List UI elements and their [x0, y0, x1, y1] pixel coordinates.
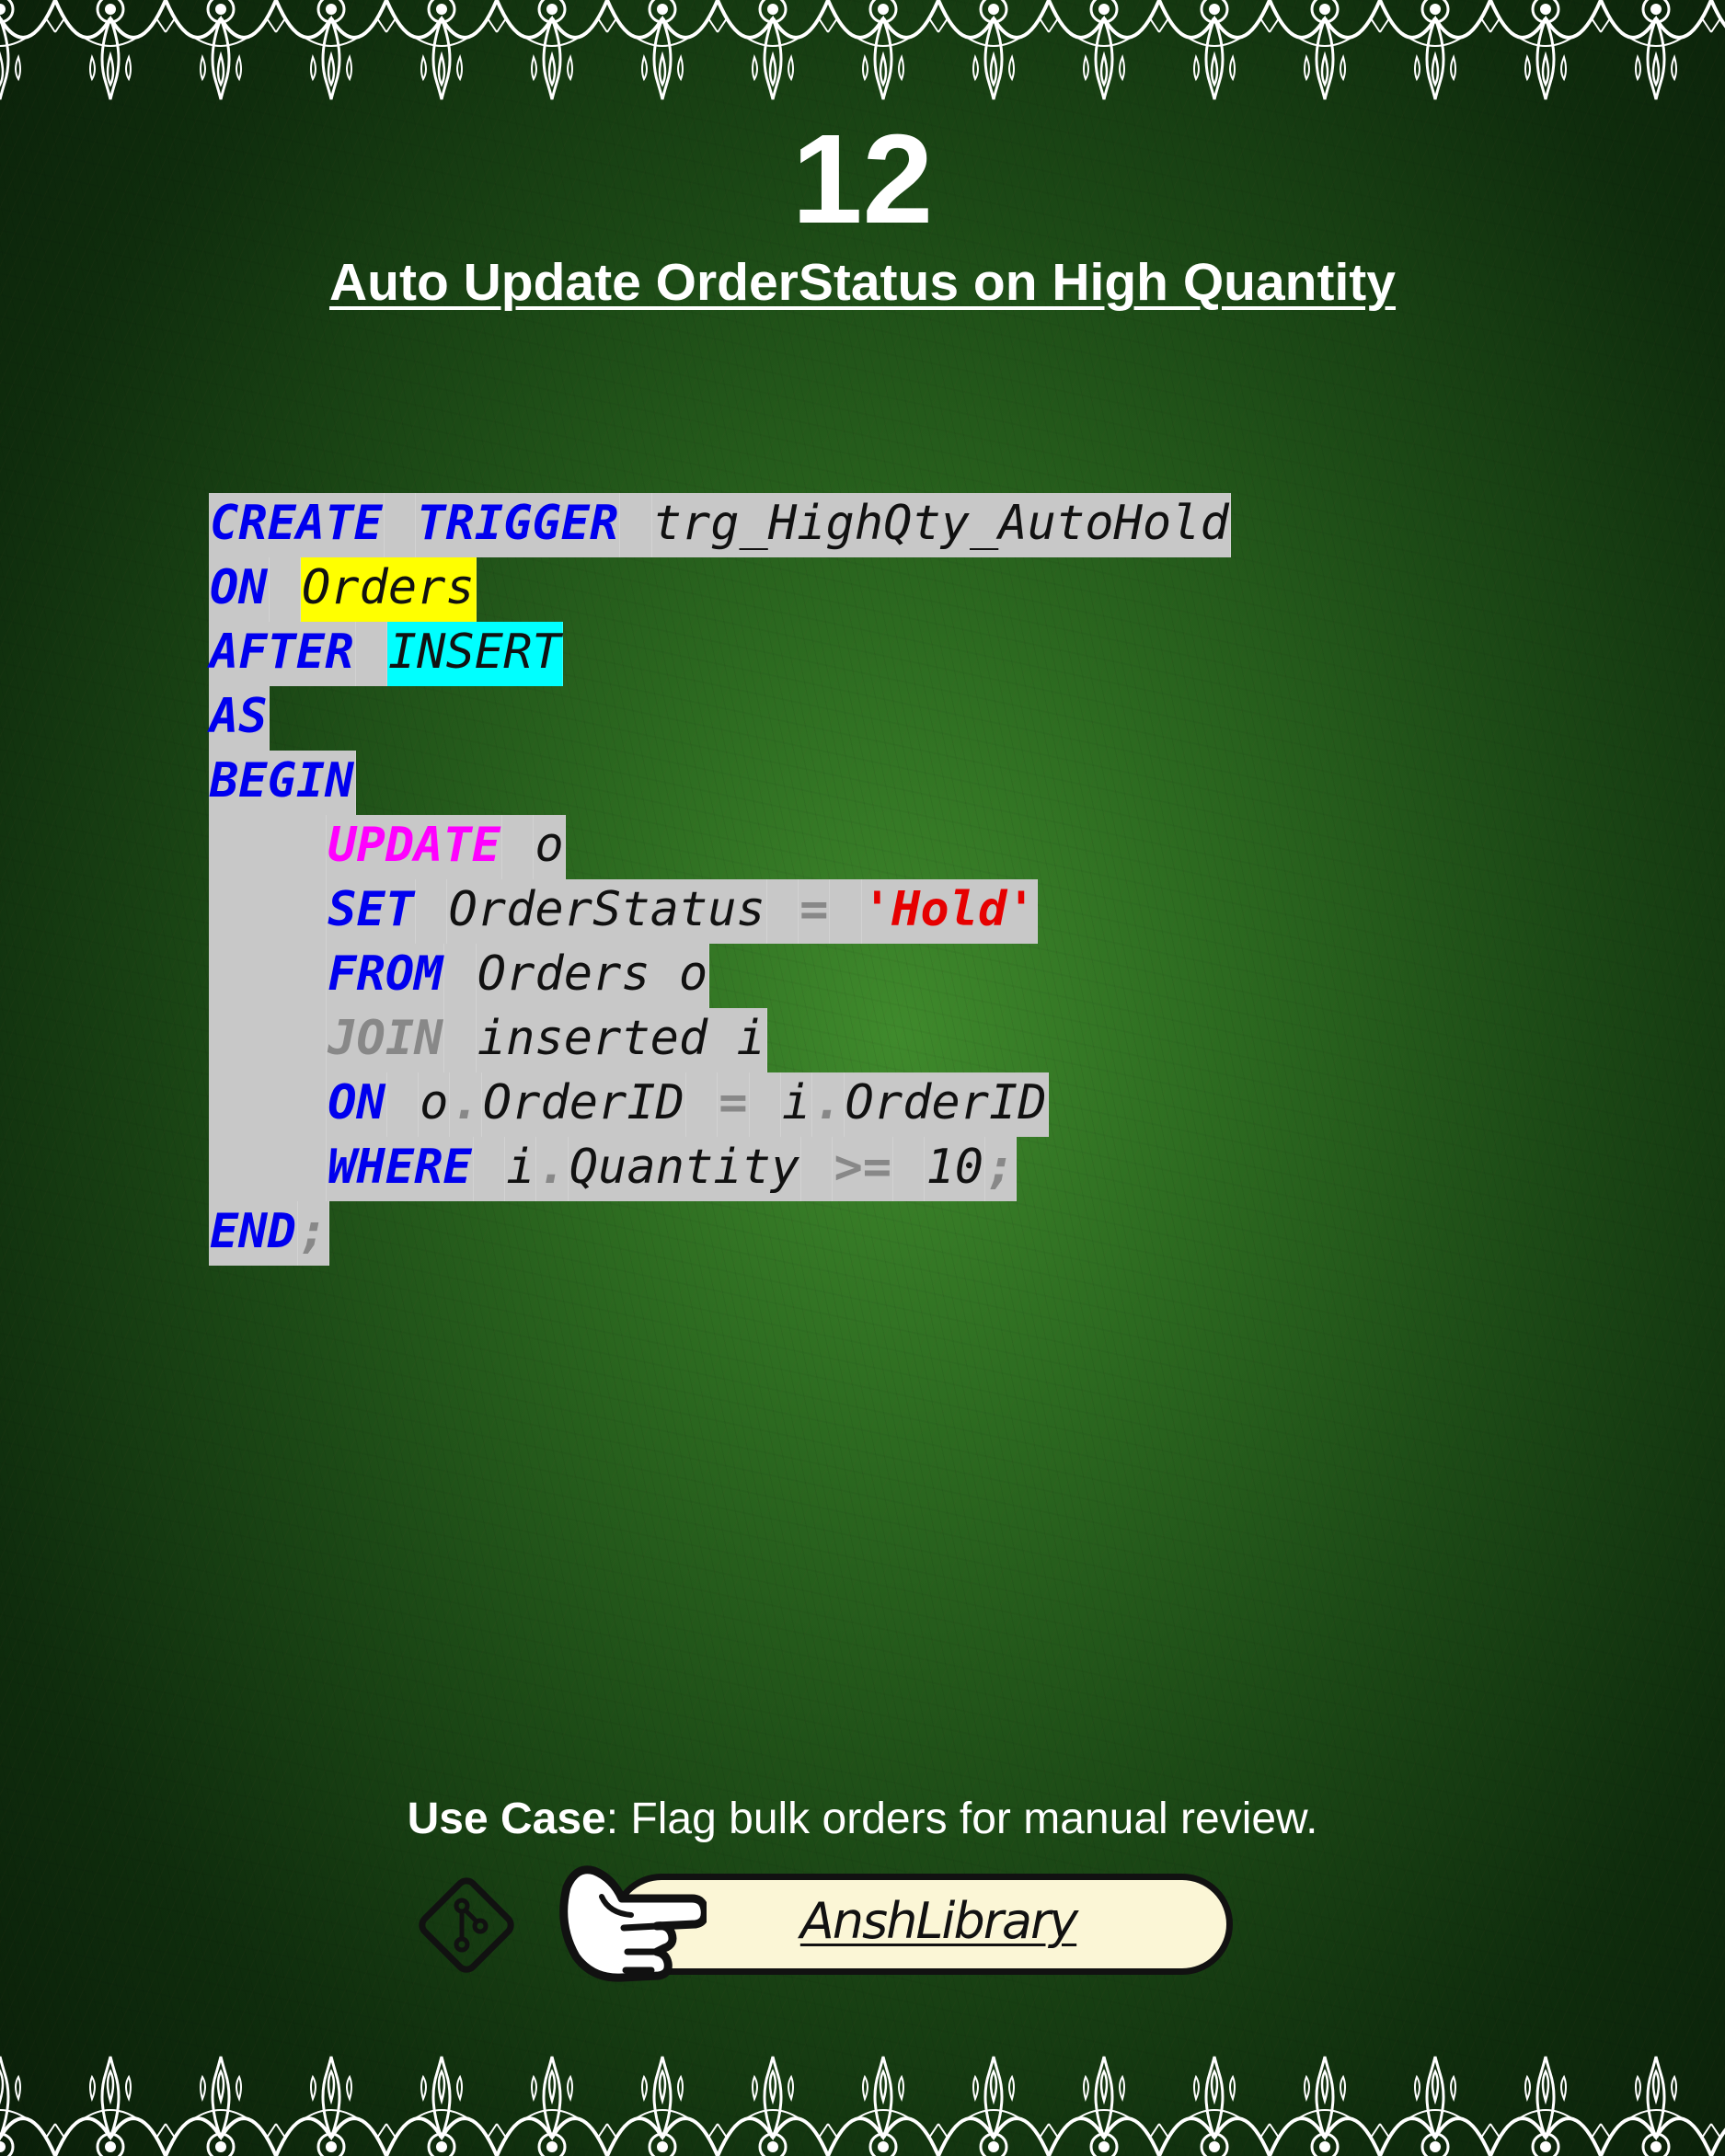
use-case-label: Use Case — [407, 1795, 606, 1843]
code-token: . — [536, 1137, 569, 1201]
code-line: WHERE i. Quantity >= 10; — [209, 1137, 1231, 1201]
code-token: ON — [327, 1072, 387, 1137]
code-line: JOIN inserted i — [209, 1008, 1231, 1072]
code-token: = — [718, 1072, 750, 1137]
sql-code-block: CREATE TRIGGER trg_HighQty_AutoHold ON Or… — [209, 493, 1231, 1266]
code-line: SET OrderStatus = 'Hold' — [209, 879, 1231, 944]
code-token: ; — [985, 1137, 1018, 1201]
code-token: o — [534, 815, 566, 879]
slide-number: 12 — [791, 109, 934, 250]
code-token — [209, 815, 328, 879]
use-case-text: Use Case: Flag bulk orders for manual re… — [0, 1792, 1725, 1847]
code-token: Orders — [300, 557, 477, 622]
code-token: i — [780, 1072, 813, 1137]
code-line: AFTER INSERT — [209, 622, 1231, 686]
code-line: BEGIN — [209, 751, 1231, 815]
code-token: trg_HighQty_AutoHold — [651, 493, 1231, 557]
code-token — [269, 557, 301, 622]
code-token: TRIGGER — [416, 493, 621, 557]
code-token — [209, 879, 328, 944]
code-token: Orders o — [476, 944, 710, 1008]
code-token: FROM — [327, 944, 445, 1008]
code-line: ON Orders — [209, 557, 1231, 622]
pointing-hand-icon — [559, 1865, 707, 1982]
code-token — [473, 1137, 506, 1201]
code-token: INSERT — [386, 622, 563, 686]
code-line: AS — [209, 686, 1231, 751]
code-token — [766, 879, 799, 944]
code-token: BEGIN — [209, 751, 356, 815]
code-token: CREATE — [209, 493, 385, 557]
code-token — [444, 1008, 477, 1072]
code-token: . — [812, 1072, 845, 1137]
code-line: FROM Orders o — [209, 944, 1231, 1008]
code-token: i — [505, 1137, 537, 1201]
code-token — [384, 493, 417, 557]
code-token — [209, 1072, 328, 1137]
code-line: END; — [209, 1201, 1231, 1266]
code-token: Quantity — [568, 1137, 802, 1201]
code-token — [893, 1137, 926, 1201]
code-token: o — [419, 1072, 451, 1137]
code-token: . — [450, 1072, 482, 1137]
code-token: WHERE — [327, 1137, 474, 1201]
code-line: UPDATE o — [209, 815, 1231, 879]
brand-label[interactable]: AnshLibrary — [708, 1887, 1168, 1955]
code-token: OrderID — [481, 1072, 686, 1137]
code-token: ; — [297, 1201, 330, 1266]
code-token: = — [799, 879, 831, 944]
code-token: JOIN — [327, 1008, 445, 1072]
code-token — [355, 622, 387, 686]
code-token — [444, 944, 477, 1008]
code-token: OrderID — [844, 1072, 1049, 1137]
ornamental-border-bottom — [0, 2055, 1725, 2156]
code-token: inserted i — [476, 1008, 767, 1072]
code-token — [209, 944, 328, 1008]
code-token — [209, 1008, 328, 1072]
code-token — [749, 1072, 781, 1137]
code-token: OrderStatus — [447, 879, 767, 944]
code-token: END — [209, 1201, 298, 1266]
code-token — [386, 1072, 420, 1137]
code-token: 'Hold' — [861, 879, 1038, 944]
code-token: 10 — [925, 1137, 986, 1201]
code-token — [830, 879, 862, 944]
code-token: AFTER — [209, 622, 356, 686]
code-token — [620, 493, 652, 557]
code-token: ON — [209, 557, 270, 622]
code-token — [801, 1137, 834, 1201]
code-token — [209, 1137, 328, 1201]
code-line: CREATE TRIGGER trg_HighQty_AutoHold — [209, 493, 1231, 557]
use-case-description: : Flag bulk orders for manual review. — [605, 1795, 1318, 1843]
code-token — [685, 1072, 719, 1137]
code-token: SET — [327, 879, 417, 944]
git-branch-icon[interactable] — [410, 1869, 523, 1981]
ornamental-border-top — [0, 0, 1725, 101]
code-token: AS — [209, 686, 270, 751]
code-token: >= — [833, 1137, 894, 1201]
code-token: UPDATE — [327, 815, 503, 879]
page-title: Auto Update OrderStatus on High Quantity — [328, 253, 1396, 312]
code-token — [416, 879, 448, 944]
code-line: ON o. OrderID = i. OrderID — [209, 1072, 1231, 1137]
code-token — [502, 815, 535, 879]
